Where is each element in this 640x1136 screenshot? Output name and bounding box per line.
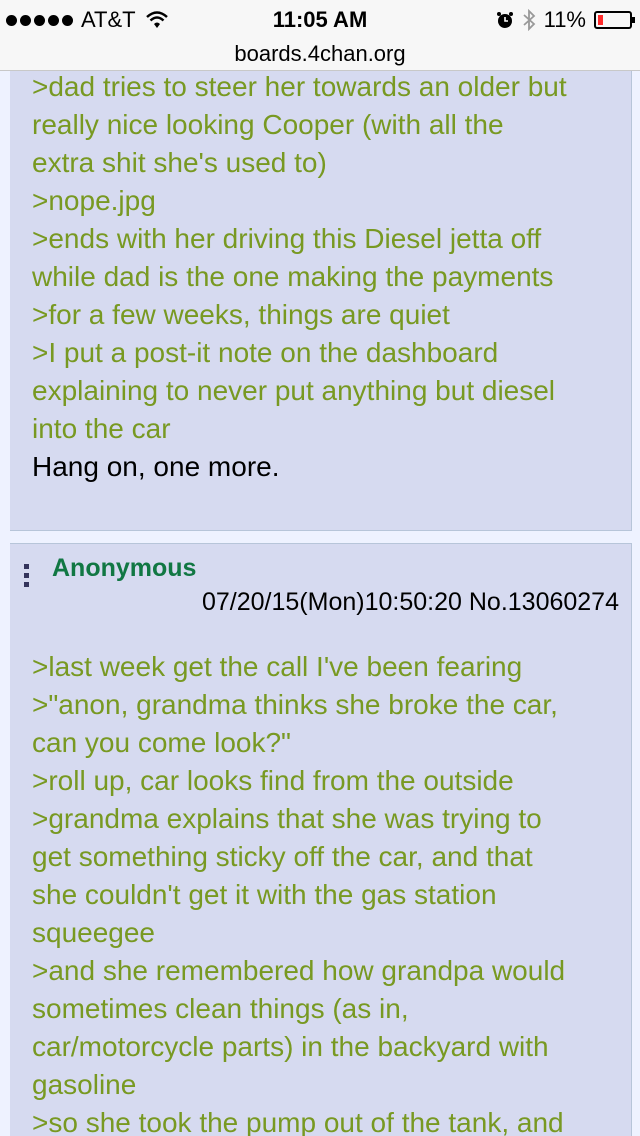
- battery-percent: 11%: [543, 7, 586, 32]
- greentext-line: explaining to never put anything but die…: [32, 375, 556, 406]
- bluetooth-icon: [522, 9, 535, 31]
- greentext-line: >grandma explains that she was trying to: [32, 803, 542, 834]
- greentext-line: squeegee: [32, 917, 156, 948]
- greentext-line: into the car: [32, 413, 171, 444]
- greentext-line: >nope.jpg: [32, 185, 156, 216]
- status-bar: AT&T 11:05 AM 11%: [0, 0, 640, 40]
- greentext-line: >and she remembered how grandpa would: [32, 955, 566, 986]
- greentext-line: >so she took the pump out of the tank, a…: [32, 1107, 564, 1136]
- url-bar[interactable]: boards.4chan.org: [0, 40, 640, 71]
- post-header: Anonymous 07/20/15(Mon)10:50:20 No.13060…: [10, 543, 632, 629]
- greentext-line: while dad is the one making the payments: [32, 261, 554, 292]
- greentext-line: >roll up, car looks find from the outsid…: [32, 765, 514, 796]
- post-text-line: Hang on, one more.: [32, 451, 280, 482]
- alarm-icon: [496, 12, 513, 28]
- greentext-line: really nice looking Cooper (with all the: [32, 109, 504, 140]
- post-body: >last week get the call I've been fearin…: [10, 628, 632, 1136]
- greentext-line: get something sticky off the car, and th…: [32, 841, 533, 872]
- greentext-line: >last week get the call I've been fearin…: [32, 651, 523, 682]
- status-right: 11%: [496, 7, 635, 33]
- greentext-line: >I put a post-it note on the dashboard: [32, 337, 499, 368]
- greentext-line: >"anon, grandma thinks she broke the car…: [32, 689, 558, 720]
- post-datetime: 07/20/15(Mon)10:50:20: [201, 588, 462, 616]
- battery-icon: [594, 11, 635, 29]
- post-previous: >dad tries to steer her towards an older…: [10, 71, 632, 531]
- greentext-line: gasoline: [32, 1069, 137, 1100]
- post-meta: 07/20/15(Mon)10:50:20 No.13060274: [202, 588, 619, 617]
- post-message: >last week get the call I've been fearin…: [32, 648, 621, 1136]
- greentext-line: car/motorcycle parts) in the backyard wi…: [32, 1031, 549, 1062]
- thread-content[interactable]: >dad tries to steer her towards an older…: [0, 71, 640, 1136]
- post-message: >dad tries to steer her towards an older…: [32, 71, 621, 486]
- post-number[interactable]: No.13060274: [469, 588, 619, 616]
- greentext-line: she couldn't get it with the gas station: [32, 879, 497, 910]
- greentext-line: >for a few weeks, things are quiet: [32, 299, 450, 330]
- greentext-line: sometimes clean things (as in,: [32, 993, 409, 1024]
- greentext-line: extra shit she's used to): [32, 147, 327, 178]
- greentext-line: can you come look?": [32, 727, 291, 758]
- poster-name: Anonymous: [52, 554, 197, 582]
- post-menu-icon[interactable]: [24, 564, 30, 591]
- greentext-line: >ends with her driving this Diesel jetta…: [32, 223, 542, 254]
- greentext-line: >dad tries to steer her towards an older…: [32, 71, 567, 102]
